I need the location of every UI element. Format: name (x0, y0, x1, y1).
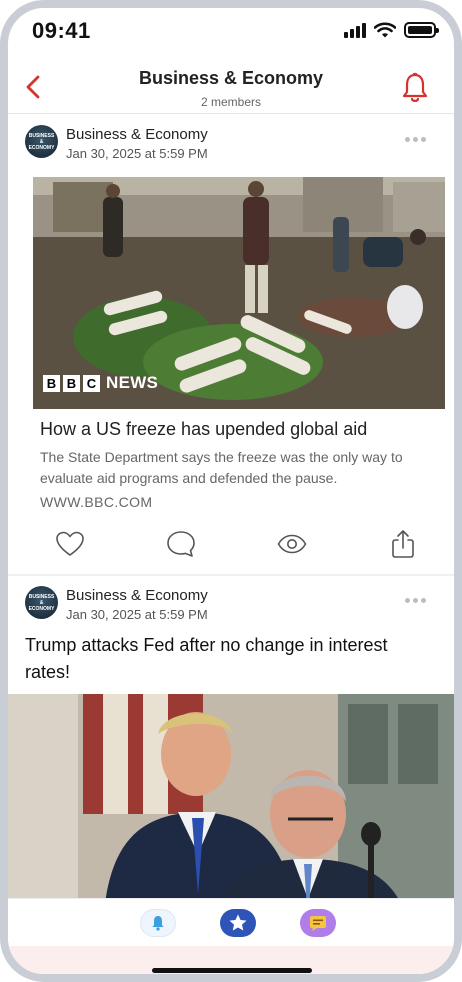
share-button[interactable] (387, 528, 419, 560)
home-indicator-area (8, 946, 454, 974)
post-image[interactable] (8, 694, 454, 898)
avatar[interactable]: BUSINESS & ECONOMY (25, 586, 58, 619)
bell-tab-icon (152, 916, 164, 931)
bell-icon (402, 72, 428, 102)
bbc-logo-letter: B (43, 374, 60, 392)
tab-favorites[interactable] (220, 909, 256, 937)
share-icon (392, 530, 414, 558)
press-photo-illustration (8, 694, 454, 898)
link-description: The State Department says the freeze was… (40, 449, 403, 486)
dot-icon (421, 598, 426, 603)
bottom-tab-bar (8, 898, 454, 946)
status-time: 09:41 (32, 18, 91, 43)
bbc-news-logo: B B C NEWS (43, 373, 158, 393)
avatar-text: BUSINESS & ECONOMY (28, 593, 55, 612)
heart-icon (56, 531, 84, 556)
avatar[interactable]: BUSINESS & ECONOMY (25, 125, 58, 158)
more-options-button[interactable] (405, 137, 426, 142)
status-bar: 09:41 (8, 8, 454, 56)
avatar-text: BUSINESS & ECONOMY (28, 132, 55, 151)
link-domain: WWW.BBC.COM (40, 494, 153, 510)
link-preview-image[interactable]: B B C NEWS (33, 177, 445, 409)
like-button[interactable] (54, 528, 86, 560)
post-header: BUSINESS & ECONOMY Business & Economy Ja… (8, 576, 454, 628)
tab-messages[interactable] (300, 909, 336, 937)
views-button[interactable] (276, 528, 308, 560)
post-timestamp: Jan 30, 2025 at 5:59 PM (66, 607, 208, 622)
star-tab-icon (229, 914, 247, 931)
nav-bar: Business & Economy 2 members (8, 58, 454, 114)
bbc-logo-news: NEWS (106, 373, 159, 392)
bbc-logo-letter: C (83, 374, 100, 392)
dot-icon (405, 137, 410, 142)
dot-icon (413, 598, 418, 603)
eye-icon (277, 534, 307, 554)
link-title[interactable]: How a US freeze has upended global aid (40, 419, 429, 440)
wifi-icon (374, 22, 396, 38)
dot-icon (405, 598, 410, 603)
post: BUSINESS & ECONOMY Business & Economy Ja… (8, 576, 454, 898)
post-timestamp: Jan 30, 2025 at 5:59 PM (66, 146, 208, 161)
more-options-button[interactable] (405, 598, 426, 603)
comment-icon (167, 531, 195, 557)
post-author[interactable]: Business & Economy (66, 587, 208, 604)
tab-notifications[interactable] (140, 909, 176, 937)
comment-button[interactable] (165, 528, 197, 560)
post: BUSINESS & ECONOMY Business & Economy Ja… (8, 115, 454, 574)
status-icons (344, 22, 439, 38)
phone-frame: 09:41 Business & Economy 2 members BUSIN… (0, 0, 462, 982)
group-title: Business & Economy (138, 68, 324, 88)
dot-icon (413, 137, 418, 142)
screen: 09:41 Business & Economy 2 members BUSIN… (8, 8, 454, 974)
post-text: Trump attacks Fed after no change in int… (25, 635, 388, 682)
home-indicator[interactable] (152, 968, 312, 973)
post-action-bar (8, 518, 454, 574)
link-preview-card[interactable]: B B C NEWS How a US freeze has upended g… (33, 177, 445, 510)
feed[interactable]: BUSINESS & ECONOMY Business & Economy Ja… (8, 115, 454, 898)
battery-icon (404, 22, 439, 38)
bbc-logo-letter: B (63, 374, 80, 392)
member-count: 2 members (200, 95, 262, 109)
post-header: BUSINESS & ECONOMY Business & Economy Ja… (8, 115, 454, 167)
dot-icon (421, 137, 426, 142)
chat-tab-icon (310, 916, 326, 931)
signal-icon (344, 22, 366, 38)
post-author[interactable]: Business & Economy (66, 126, 208, 143)
notifications-button[interactable] (400, 72, 430, 104)
